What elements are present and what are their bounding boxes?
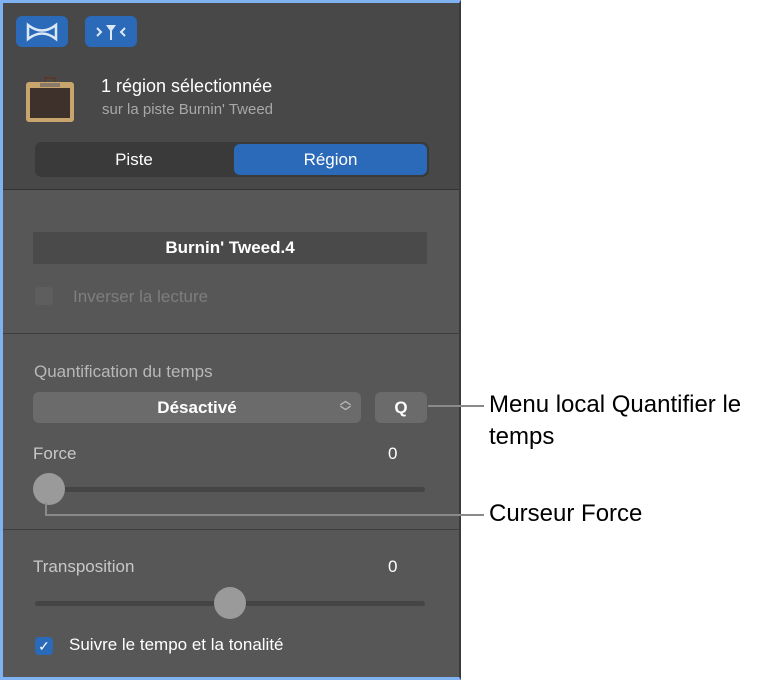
- force-slider[interactable]: [33, 473, 425, 505]
- quantize-value: Désactivé: [157, 397, 237, 417]
- selection-subtitle: sur la piste Burnin' Tweed: [102, 101, 274, 118]
- eq-button[interactable]: [85, 16, 137, 47]
- force-label: Force: [33, 444, 77, 463]
- region-name-field[interactable]: Burnin' Tweed.4: [33, 232, 427, 264]
- selection-title: 1 région sélectionnée: [101, 76, 273, 96]
- bowtie-icon: [26, 21, 58, 42]
- force-value: 0: [388, 444, 398, 463]
- quantize-popup[interactable]: Désactivé ︿ ﹀: [33, 392, 361, 423]
- quantize-label: Quantification du temps: [34, 362, 213, 381]
- quantize-button[interactable]: Q: [375, 392, 427, 423]
- reverse-checkbox[interactable]: [35, 287, 53, 305]
- transpose-slider[interactable]: [35, 587, 425, 619]
- inspector-header: 1 région sélectionnée sur la piste Burni…: [3, 3, 459, 190]
- follow-tempo-label: Suivre le tempo et la tonalité: [69, 635, 284, 654]
- transpose-slider-thumb[interactable]: [214, 587, 246, 619]
- callout-quantize-menu: Menu local Quantifier le temps: [489, 391, 742, 450]
- amp-icon: [24, 73, 76, 123]
- transpose-label: Transposition: [33, 557, 135, 576]
- transpose-value: 0: [388, 557, 398, 576]
- divider: [3, 529, 459, 530]
- tab-piste[interactable]: Piste: [37, 144, 231, 175]
- callout-line-quantize: [428, 405, 484, 407]
- callout-line-force: [45, 514, 484, 516]
- follow-tempo-checkbox[interactable]: ✓: [35, 637, 53, 655]
- force-slider-thumb[interactable]: [33, 473, 65, 505]
- inspector-panel: 1 région sélectionnée sur la piste Burni…: [0, 0, 461, 680]
- reverse-label: Inverser la lecture: [73, 287, 209, 306]
- chevron-updown-icon: ︿ ﹀: [340, 395, 351, 418]
- smart-controls-button[interactable]: [16, 16, 68, 47]
- inspector-tabs: Piste Région: [35, 142, 429, 177]
- divider: [3, 333, 459, 334]
- tuning-fork-icon: [96, 24, 126, 40]
- tab-region[interactable]: Région: [234, 144, 427, 175]
- callout-force-slider: Curseur Force: [489, 500, 643, 527]
